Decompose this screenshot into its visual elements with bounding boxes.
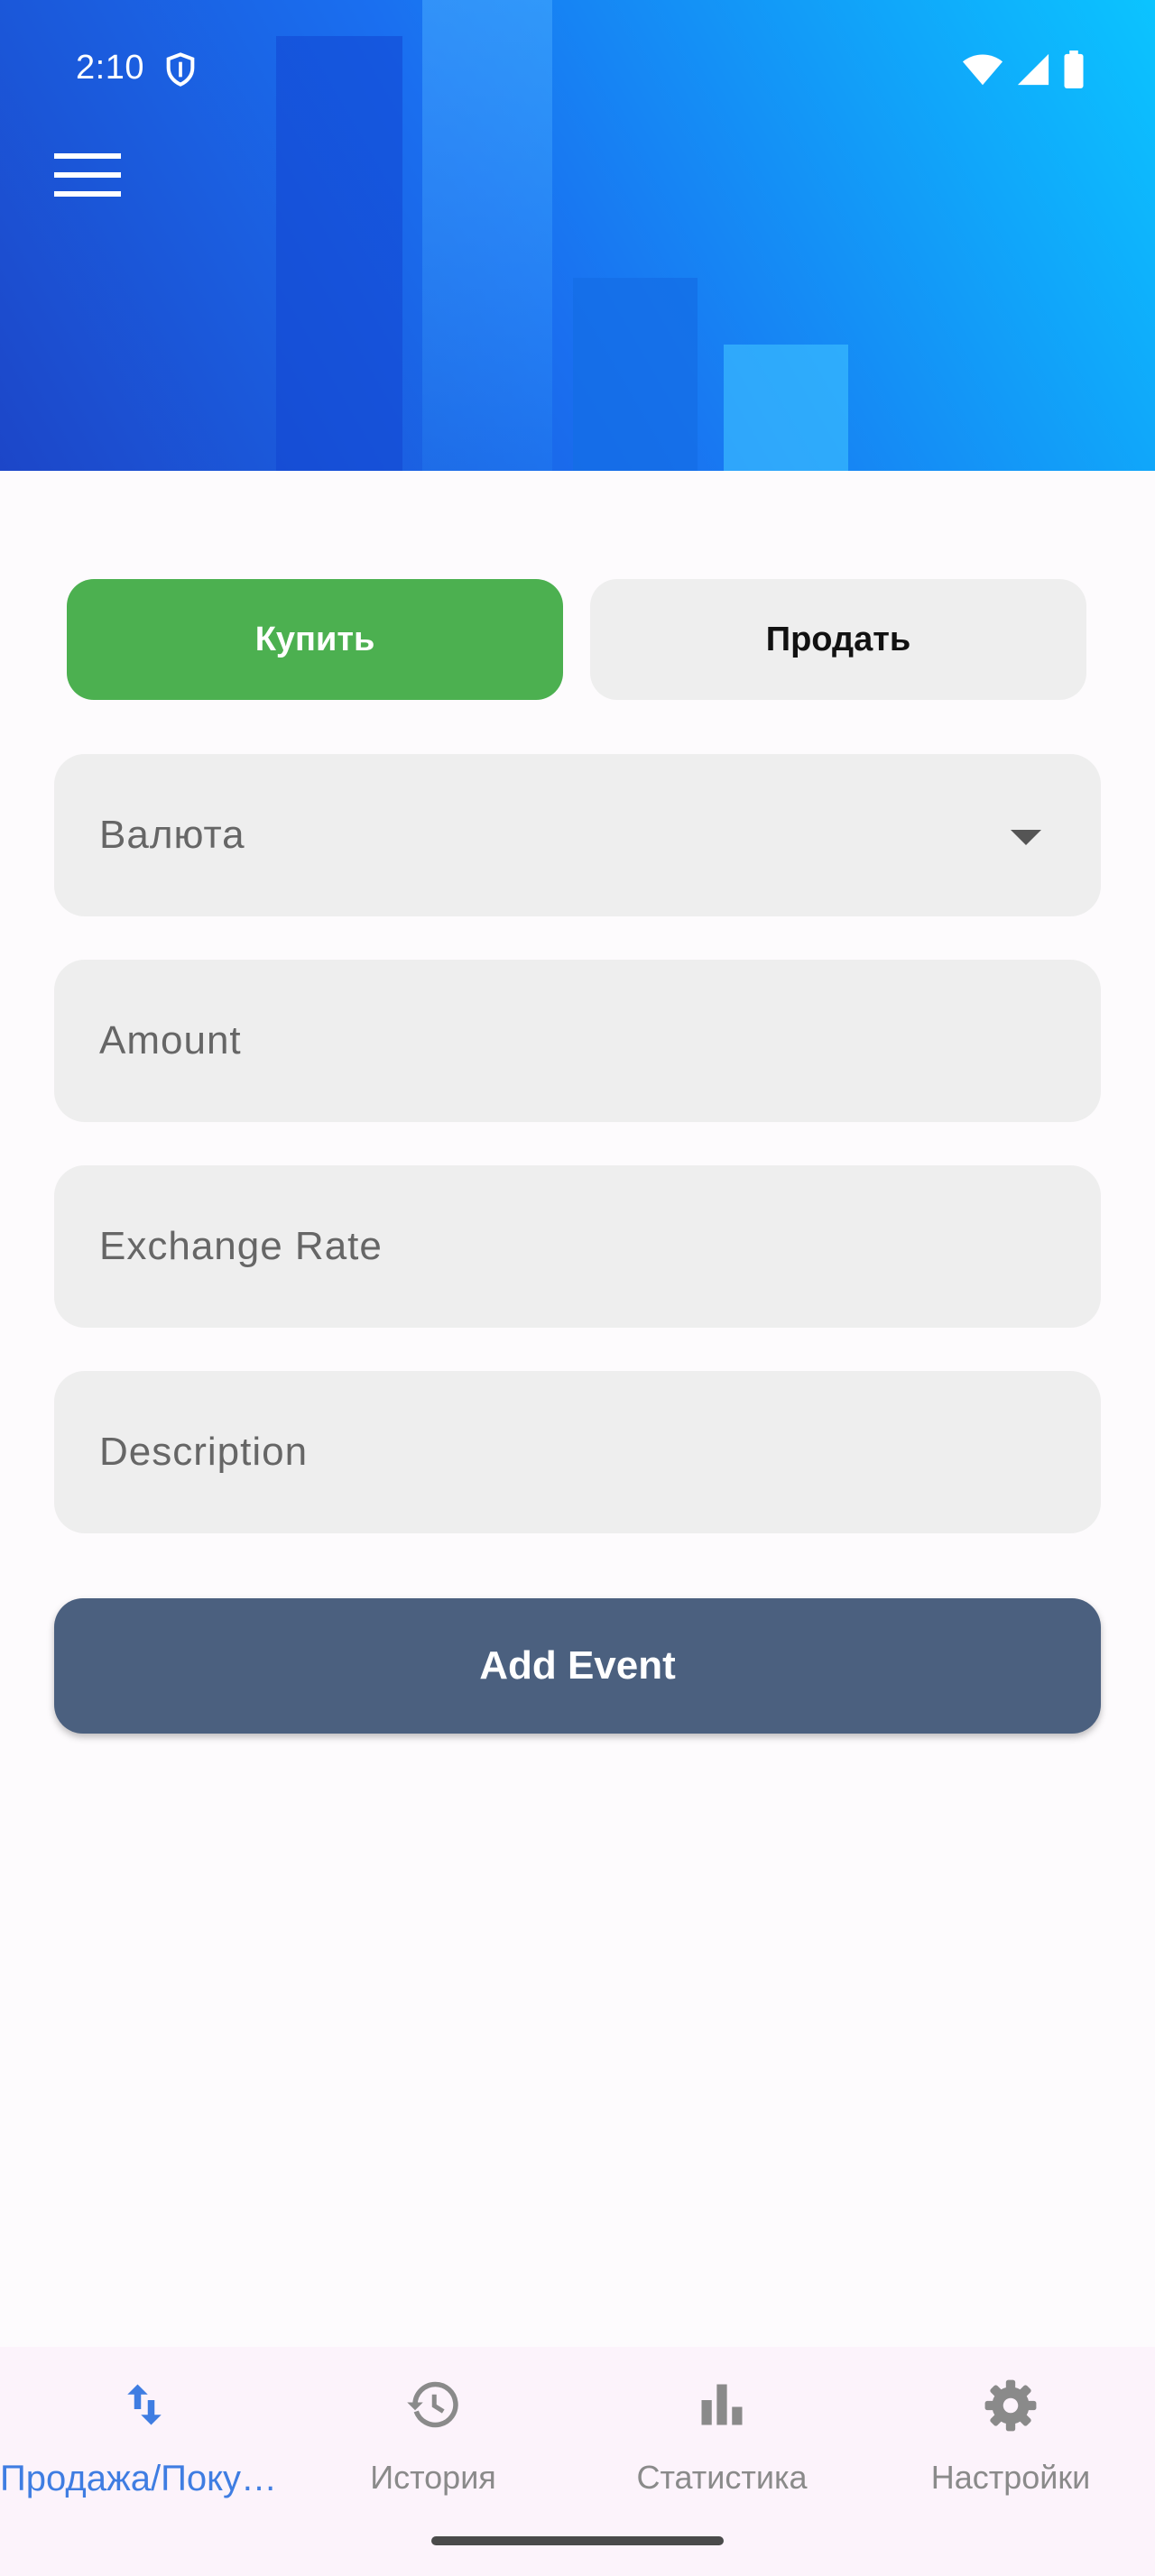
exchange-rate-input[interactable]: Exchange Rate bbox=[54, 1165, 1101, 1328]
sell-button[interactable]: Продать bbox=[590, 579, 1086, 700]
exchange-form: Купить Продать Валюта Amount Exchange Ra… bbox=[0, 471, 1155, 2347]
gesture-handle bbox=[431, 2536, 724, 2545]
buy-sell-toggle: Купить Продать bbox=[67, 579, 1088, 702]
history-icon bbox=[404, 2378, 462, 2436]
status-icons bbox=[962, 51, 1085, 93]
decor-bar bbox=[573, 278, 698, 471]
nav-item-history[interactable]: История bbox=[289, 2347, 578, 2527]
dropdown-arrow-icon bbox=[1011, 830, 1041, 845]
swap-vertical-icon bbox=[117, 2378, 171, 2436]
menu-button[interactable] bbox=[51, 148, 132, 211]
add-event-button[interactable]: Add Event bbox=[54, 1598, 1101, 1734]
nav-label: Статистика bbox=[636, 2459, 808, 2496]
nav-item-trade[interactable]: Продажа/Покупка bbox=[0, 2347, 289, 2527]
status-time: 2:10 bbox=[76, 49, 144, 87]
bottom-navigation: Продажа/Покупка История Статистика Настр… bbox=[0, 2347, 1155, 2576]
cell-signal-icon bbox=[1016, 52, 1050, 91]
description-input[interactable]: Description bbox=[54, 1371, 1101, 1533]
settings-icon bbox=[983, 2378, 1039, 2438]
header-banner: 2:10 bbox=[0, 0, 1155, 471]
nav-label: История bbox=[370, 2459, 496, 2496]
nav-item-settings[interactable]: Настройки bbox=[866, 2347, 1155, 2527]
description-placeholder: Description bbox=[99, 1430, 309, 1474]
currency-placeholder: Валюта bbox=[99, 813, 245, 857]
currency-select[interactable]: Валюта bbox=[54, 754, 1101, 916]
wifi-icon bbox=[962, 51, 1003, 92]
nav-item-statistics[interactable]: Статистика bbox=[578, 2347, 866, 2527]
nav-label: Продажа/Покупка bbox=[0, 2459, 289, 2498]
exchange-rate-placeholder: Exchange Rate bbox=[99, 1224, 383, 1268]
app-screen: 2:10 Купить Продать Валюта Amount Exchan… bbox=[0, 0, 1155, 2576]
decor-bar bbox=[724, 345, 848, 471]
shield-icon bbox=[162, 51, 199, 93]
nav-label: Настройки bbox=[930, 2459, 1091, 2496]
status-bar: 2:10 bbox=[0, 0, 1155, 135]
battery-icon bbox=[1063, 51, 1085, 93]
buy-button[interactable]: Купить bbox=[67, 579, 563, 700]
amount-input[interactable]: Amount bbox=[54, 960, 1101, 1122]
menu-icon bbox=[51, 153, 123, 206]
bar-chart-icon bbox=[695, 2378, 749, 2436]
amount-placeholder: Amount bbox=[99, 1018, 242, 1063]
